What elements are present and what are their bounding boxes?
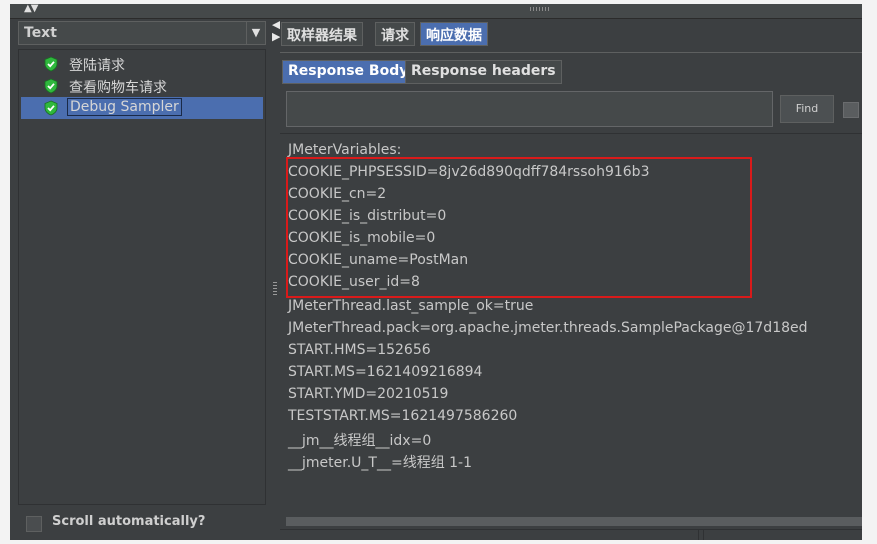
case-sensitive-checkbox[interactable] (843, 102, 859, 118)
find-button[interactable]: Find (780, 95, 834, 123)
response-line: __jmeter.U_T__=线程组 1-1 (288, 455, 473, 471)
sampler-tree: 登陆请求 查看购物车请求 Debug Sampler (18, 49, 266, 505)
tab-response-data[interactable]: 响应数据 (420, 22, 488, 46)
status-divider (698, 530, 699, 540)
jmeter-view-results-tree: ▲▼ Text ▼ 登陆请求 查看购物车请求 Debug Sampler Scr… (10, 4, 862, 540)
chevron-down-icon[interactable]: ▼ (246, 22, 265, 44)
scroll-automatically-label: Scroll automatically? (52, 514, 206, 529)
renderer-select[interactable]: Text ▼ (18, 21, 266, 45)
response-line: START.MS=1621409216894 (288, 364, 483, 380)
tab-response-body[interactable]: Response Body (282, 60, 415, 84)
response-line: __jm__线程组__idx=0 (288, 433, 432, 449)
tree-item-label: Debug Sampler (67, 98, 182, 116)
tree-item-view-cart[interactable]: 查看购物车请求 (21, 75, 263, 97)
checkbox-box[interactable] (26, 516, 42, 532)
status-divider (703, 530, 704, 540)
tree-item-label: 查看购物车请求 (69, 80, 167, 96)
tab-response-headers[interactable]: Response headers (405, 60, 562, 84)
response-line: START.YMD=20210519 (288, 386, 449, 402)
tab-request[interactable]: 请求 (375, 22, 415, 46)
divider-grip[interactable] (530, 7, 550, 11)
cookie-highlight-box (286, 157, 752, 298)
tab-sampler-result[interactable]: 取样器结果 (281, 22, 363, 46)
success-shield-icon (44, 56, 58, 72)
tree-item-debug-sampler[interactable]: Debug Sampler (21, 97, 263, 119)
tree-item-login[interactable]: 登陆请求 (21, 53, 263, 75)
top-divider: ▲▼ (10, 4, 862, 19)
panel-splitter[interactable]: ◀ ▶ (272, 19, 280, 540)
tree-item-label: 登陆请求 (69, 58, 125, 74)
tab-divider (280, 52, 862, 53)
response-line: JMeterThread.last_sample_ok=true (288, 298, 534, 314)
collapse-arrows-icon[interactable]: ▲▼ (24, 4, 38, 14)
left-panel: Text ▼ 登陆请求 查看购物车请求 Debug Sampler Scroll… (10, 19, 272, 540)
renderer-select-value: Text (24, 25, 57, 41)
success-shield-icon (44, 100, 58, 116)
response-line: TESTSTART.MS=1621497586260 (288, 408, 518, 424)
response-line: START.HMS=152656 (288, 342, 431, 358)
response-line: JMeterThread.pack=org.apache.jmeter.thre… (288, 320, 808, 336)
status-bar (280, 529, 862, 540)
search-input[interactable] (286, 91, 773, 127)
success-shield-icon (44, 78, 58, 94)
horizontal-scrollbar[interactable] (286, 517, 862, 526)
splitter-grip[interactable] (273, 281, 277, 295)
response-line: JMeterVariables: (288, 142, 402, 158)
right-panel: 取样器结果 请求 响应数据 Response Body Response hea… (280, 19, 862, 540)
